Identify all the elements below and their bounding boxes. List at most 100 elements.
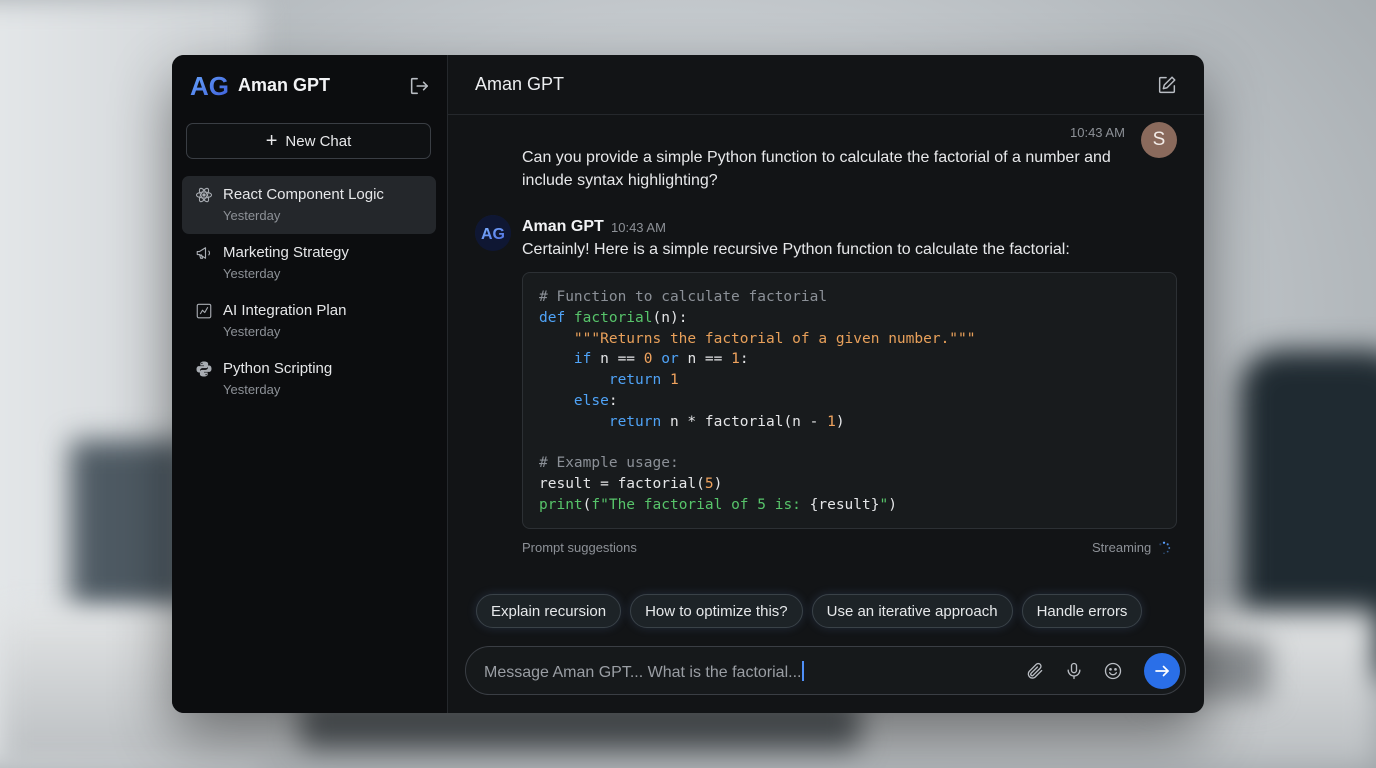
loading-spinner-icon: [1159, 541, 1171, 554]
code-line: # Function to calculate factorial: [539, 287, 1160, 308]
emoji-icon[interactable]: [1103, 661, 1123, 681]
microphone-icon[interactable]: [1064, 661, 1084, 681]
chat-title: Aman GPT: [475, 74, 565, 94]
code-line: return 1: [539, 370, 1160, 391]
python-icon: [196, 361, 212, 377]
new-chat-label: New Chat: [285, 132, 352, 150]
chat-item-react-component-logic[interactable]: React Component Logic Yesterday: [182, 176, 436, 234]
assistant-avatar: AG: [475, 215, 511, 251]
code-token: # Example usage:: [539, 455, 679, 472]
logout-icon[interactable]: [408, 75, 430, 97]
code-token: f"The factorial of 5 is:: [591, 496, 810, 513]
chat-item-title: React Component Logic: [223, 186, 384, 203]
assistant-message-text: Certainly! Here is a simple recursive Py…: [522, 241, 1070, 258]
assistant-message-time: 10:43 AM: [611, 220, 666, 235]
chat-history-list: React Component Logic Yesterday Marketin…: [182, 176, 436, 408]
arrow-right-icon: [1155, 665, 1169, 677]
chat-item-marketing-strategy[interactable]: Marketing Strategy Yesterday: [182, 234, 436, 292]
code-token: if: [573, 351, 592, 368]
user-message-text: Can you provide a simple Python function…: [522, 149, 1111, 189]
code-line: else:: [539, 391, 1160, 412]
code-token: (n):: [652, 309, 688, 326]
app-window: AG Aman GPT + New Chat React Component L…: [172, 55, 1204, 713]
code-line: return n * factorial(n - 1): [539, 412, 1160, 433]
code-token: or: [661, 351, 679, 368]
code-token: 0: [643, 351, 653, 368]
chat-item-title: Marketing Strategy: [223, 244, 349, 261]
code-token: 5: [704, 476, 714, 493]
chart-icon: [196, 303, 212, 319]
suggestion-chip[interactable]: Use an iterative approach: [811, 594, 1013, 628]
app-name: Aman GPT: [238, 74, 331, 95]
code-token: """Returns the factorial of a given numb…: [573, 330, 976, 347]
prompt-suggestions-label: Prompt suggestions: [522, 540, 637, 555]
code-token: 1: [669, 372, 679, 389]
code-token: :: [608, 392, 618, 409]
chat-item-title: AI Integration Plan: [223, 302, 347, 319]
code-line: def factorial(n):: [539, 308, 1160, 329]
plus-icon: +: [265, 130, 278, 152]
code-token: {result}: [809, 496, 880, 513]
suggestion-chip[interactable]: Handle errors: [1021, 594, 1143, 628]
text-caret: [802, 661, 805, 681]
chat-panel: Aman GPT 10:43 AM S Can you provide a si…: [448, 55, 1204, 713]
chat-item-python-scripting[interactable]: Python Scripting Yesterday: [182, 350, 436, 408]
code-token: 1: [731, 351, 740, 368]
send-button[interactable]: [1144, 653, 1180, 689]
brand: AG Aman GPT: [190, 70, 330, 100]
suggestion-chip[interactable]: How to optimize this?: [630, 594, 803, 628]
code-token: ): [713, 476, 723, 493]
sidebar: AG Aman GPT + New Chat React Component L…: [172, 55, 448, 713]
code-line: if n == 0 or n == 1:: [539, 349, 1160, 370]
svg-text:AG: AG: [481, 226, 505, 243]
assistant-name: Aman GPT: [522, 218, 604, 235]
code-token: def: [539, 309, 574, 326]
code-token: 1: [827, 413, 836, 430]
suggestion-chips: Explain recursion How to optimize this? …: [476, 594, 1143, 628]
code-line: result = factorial(5): [539, 474, 1160, 495]
code-token: result = factorial(: [539, 476, 705, 493]
code-token: :: [739, 351, 749, 368]
atom-icon: [195, 187, 213, 203]
code-block[interactable]: # Function to calculate factorial def fac…: [522, 272, 1177, 529]
code-token: factorial: [573, 309, 653, 326]
megaphone-icon: [196, 247, 211, 259]
code-token: return: [608, 413, 662, 430]
chat-item-title: Python Scripting: [223, 360, 333, 377]
suggestion-chip[interactable]: Explain recursion: [476, 594, 622, 628]
message-composer: Message Aman GPT... What is the factoria…: [465, 646, 1186, 695]
chat-item-date: Yesterday: [223, 208, 281, 223]
code-token: return: [608, 372, 662, 389]
code-token: n * factorial(n -: [661, 413, 828, 430]
code-token: ": [879, 496, 889, 513]
code-line: # Example usage:: [539, 453, 1160, 474]
message-input[interactable]: Message Aman GPT... What is the factoria…: [484, 661, 805, 682]
streaming-status: Streaming: [1092, 540, 1171, 555]
code-token: n ==: [678, 351, 732, 368]
chat-item-date: Yesterday: [223, 382, 281, 397]
new-chat-button[interactable]: + New Chat: [186, 123, 431, 159]
code-token: n ==: [591, 351, 644, 368]
message-input-text: Message Aman GPT... What is the factoria…: [484, 664, 802, 681]
code-token: print: [539, 496, 583, 513]
code-token: ): [835, 413, 845, 430]
streaming-label: Streaming: [1092, 540, 1152, 555]
chat-header: Aman GPT: [448, 55, 1204, 115]
code-line: print(f"The factorial of 5 is: {result}"…: [539, 495, 1160, 516]
chat-item-date: Yesterday: [223, 324, 281, 339]
paperclip-icon[interactable]: [1025, 661, 1045, 681]
code-token: # Function to calculate factorial: [539, 289, 828, 305]
chat-item-date: Yesterday: [223, 266, 281, 281]
chat-item-ai-integration-plan[interactable]: AI Integration Plan Yesterday: [182, 292, 436, 350]
edit-icon[interactable]: [1156, 74, 1178, 96]
code-token: else: [573, 392, 609, 409]
svg-text:AG: AG: [190, 71, 229, 100]
user-avatar[interactable]: S: [1141, 122, 1177, 158]
